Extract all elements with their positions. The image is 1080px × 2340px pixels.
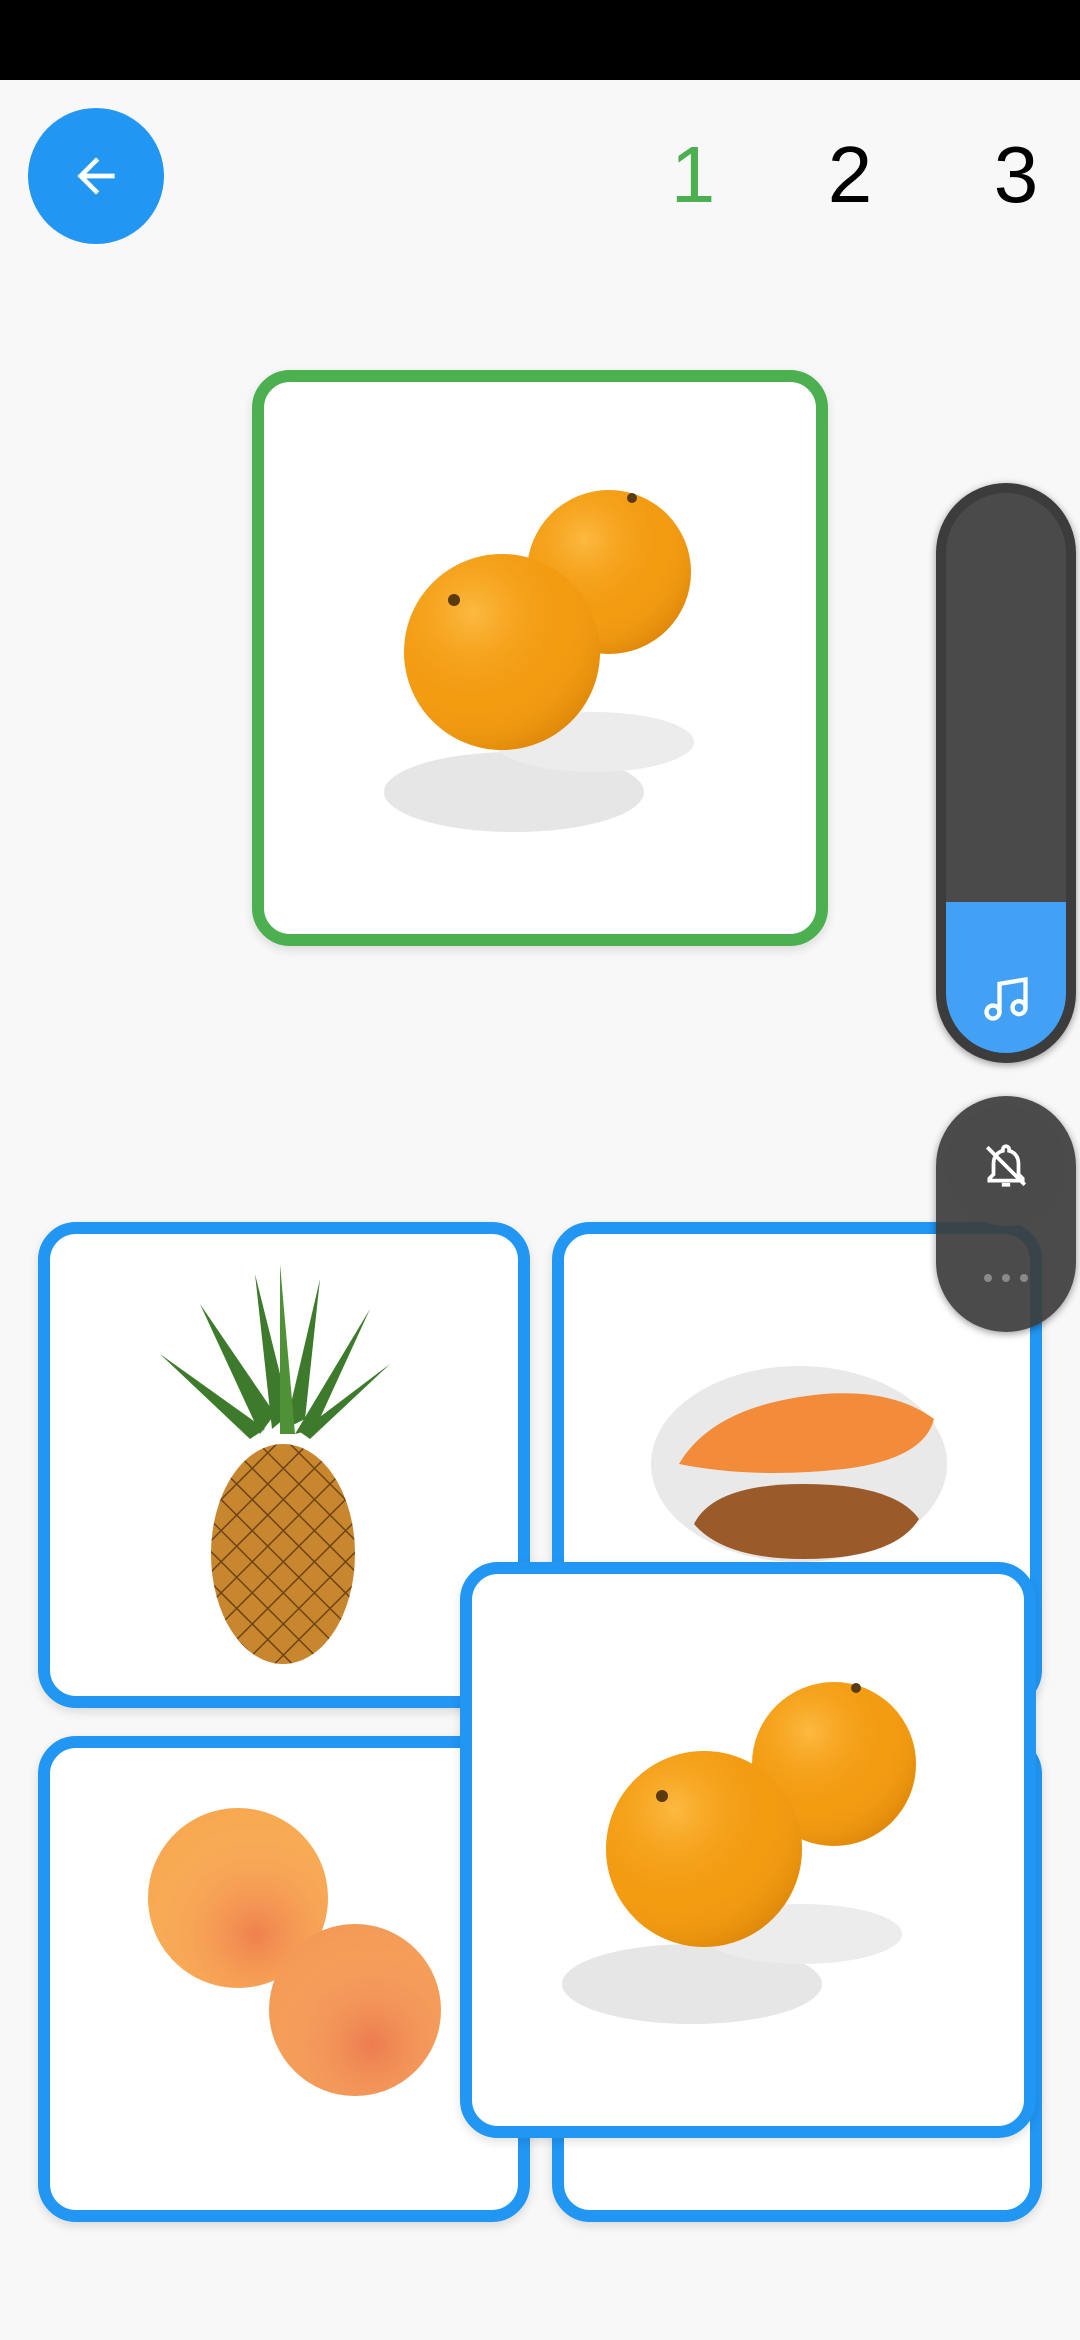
back-button[interactable]	[28, 108, 164, 244]
step-1[interactable]: 1	[653, 120, 733, 230]
pineapple-image	[160, 1264, 390, 1664]
ringer-panel	[936, 1096, 1076, 1332]
arrow-left-icon	[77, 157, 115, 195]
step-3[interactable]: 3	[976, 120, 1056, 230]
choice-card-pineapple[interactable]	[38, 1222, 530, 1708]
orange-image	[562, 1682, 916, 2024]
volume-slider[interactable]	[946, 493, 1066, 1053]
status-bar	[0, 0, 1080, 80]
music-note-icon	[984, 976, 1028, 1021]
dragged-card-orange[interactable]	[460, 1562, 1036, 2138]
step-indicator: 1 2 3	[600, 120, 1080, 230]
orange-image	[384, 490, 694, 832]
peach-image	[148, 1808, 441, 2096]
target-card-orange	[252, 370, 828, 946]
bell-off-icon	[985, 1144, 1027, 1187]
ringer-mode-button[interactable]	[946, 1106, 1066, 1226]
choice-card-peach[interactable]	[38, 1736, 530, 2222]
more-horizontal-icon[interactable]	[982, 1271, 1030, 1285]
step-2[interactable]: 2	[810, 120, 890, 230]
volume-panel[interactable]	[936, 483, 1076, 1063]
